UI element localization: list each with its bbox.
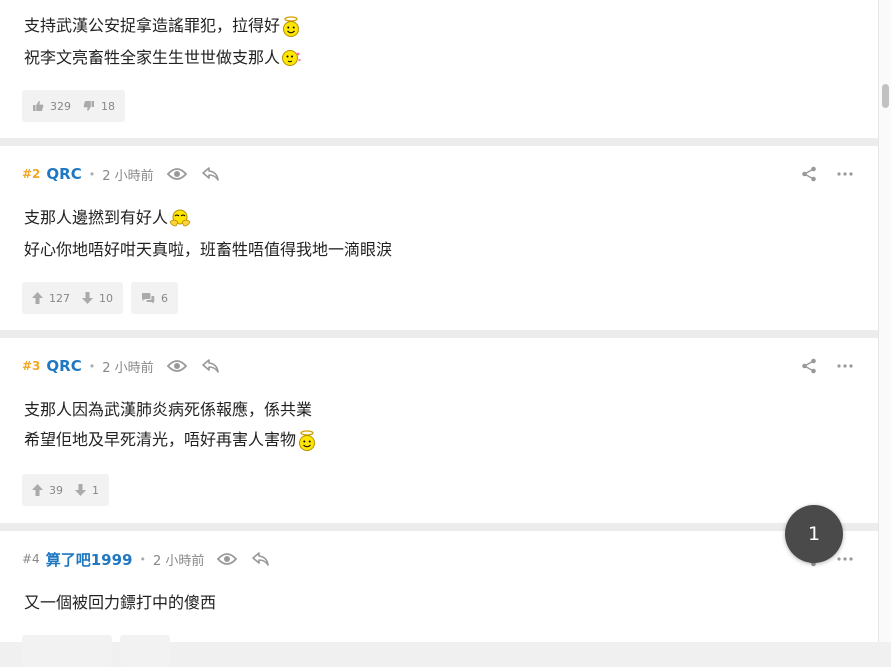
kiss-smiley-icon [281,48,303,68]
vote-bar: 127 10 6 [22,282,186,314]
share-icon[interactable] [798,163,820,185]
downvote-button[interactable]: 10 [82,292,113,305]
vote-bar [22,635,178,667]
clapping-hands-smiley-icon [169,208,191,228]
downvote-count: 1 [92,483,99,497]
upvote-count: 127 [49,291,70,305]
like-count: 329 [50,99,71,113]
downvote-count: 10 [99,291,113,305]
comment-meta: #4 算了吧1999 • 2 小時前 [22,547,272,571]
vote-pill [22,635,112,667]
comment-line: 希望佢地及早死清光，唔好再害人害物 [24,428,317,452]
page-number-bubble[interactable]: 1 [785,505,843,563]
floor-number: #3 [22,359,41,373]
more-options-icon[interactable] [834,355,856,377]
replies-button[interactable]: 6 [131,282,178,314]
reply-icon[interactable] [200,163,222,185]
vote-pill: 39 1 [22,474,109,506]
comment-text: 支持武漢公安捉拿造謠罪犯，拉得好 [24,16,281,35]
like-button[interactable]: 329 [32,100,71,113]
eye-icon[interactable] [216,548,238,570]
reply-icon[interactable] [250,548,272,570]
eye-icon[interactable] [166,163,188,185]
separator-dot: • [88,167,96,181]
comment-meta: #2 QRC • 2 小時前 [22,162,222,186]
arrow-up-icon [32,292,43,304]
separator-dot: • [88,359,96,373]
divider [0,138,878,146]
share-icon[interactable] [798,355,820,377]
comment-card: #2 QRC • 2 小時前 支那人邊撚到有好人 好心你地唔好咁天真啦，班畜牲唔… [0,146,878,330]
comment-text: 祝李文亮畜牲全家生生世世做支那人 [24,48,281,67]
more-options-icon[interactable] [834,548,856,570]
arrow-up-icon [32,484,43,496]
more-options-icon[interactable] [834,163,856,185]
upvote-button[interactable]: 127 [32,292,70,305]
dislike-count: 18 [101,99,115,113]
comment-line: 好心你地唔好咁天真啦，班畜牲唔值得我地一滴眼淚 [24,238,392,262]
comment-line: 又一個被回力鏢打中的傻西 [24,591,216,615]
comment-text: 支那人因為武漢肺炎病死係報應，係共業 [24,400,313,419]
post-tools [784,162,856,186]
timestamp: 2 小時前 [102,168,154,184]
comment-line: 支那人因為武漢肺炎病死係報應，係共業 [24,398,312,422]
comment-card: 支持武漢公安捉拿造謠罪犯，拉得好 祝李文亮畜牲全家生生世世做支那人 329 18 [0,0,878,138]
comment-text: 支那人邊撚到有好人 [24,208,169,227]
current-page-number: 1 [807,523,821,545]
timestamp: 2 小時前 [102,360,154,376]
vote-bar: 39 1 [22,474,117,506]
arrow-down-icon [82,292,93,304]
username-link[interactable]: QRC [46,165,81,183]
comment-card: #4 算了吧1999 • 2 小時前 又一個被回力鏢打中的傻西 [0,531,878,667]
vote-bar: 329 18 [22,90,133,122]
upvote-count: 39 [49,483,63,497]
vote-pill: 329 18 [22,90,125,122]
username-link[interactable]: QRC [46,357,81,375]
post-tools [784,354,856,378]
comment-line: 祝李文亮畜牲全家生生世世做支那人 [24,46,303,70]
comment-meta: #3 QRC • 2 小時前 [22,354,222,378]
scrollbar-thumb[interactable] [882,84,889,108]
comment-text: 希望佢地及早死清光，唔好再害人害物 [24,430,297,449]
divider [0,523,878,531]
dislike-button[interactable]: 18 [83,100,115,113]
thumbs-down-icon [83,101,94,111]
angel-smiley-icon [297,430,317,451]
comment-line: 支持武漢公安捉拿造謠罪犯，拉得好 [24,14,301,38]
thumbs-up-icon [33,101,44,111]
angel-smiley-icon [281,16,301,37]
reply-icon[interactable] [200,355,222,377]
reply-count: 6 [161,291,168,305]
downvote-button[interactable]: 1 [75,484,99,497]
upvote-button[interactable]: 39 [32,484,63,497]
comment-bubbles-icon [142,293,155,304]
arrow-down-icon [75,484,86,496]
comment-line: 支那人邊撚到有好人 [24,206,191,230]
username-link[interactable]: 算了吧1999 [46,549,133,570]
comment-text: 又一個被回力鏢打中的傻西 [24,593,217,612]
replies-button[interactable] [120,635,170,667]
comment-text: 好心你地唔好咁天真啦，班畜牲唔值得我地一滴眼淚 [24,240,393,259]
divider [0,330,878,338]
vote-pill: 127 10 [22,282,123,314]
eye-icon[interactable] [166,355,188,377]
floor-number: #2 [22,167,41,181]
timestamp: 2 小時前 [152,553,205,569]
comment-feed: 支持武漢公安捉拿造謠罪犯，拉得好 祝李文亮畜牲全家生生世世做支那人 329 18 [0,0,878,667]
floor-number: #4 [22,552,40,566]
separator-dot: • [139,552,146,566]
comment-card: #3 QRC • 2 小時前 支那人因為武漢肺炎病死係報應，係共業 希望佢地及早… [0,338,878,523]
